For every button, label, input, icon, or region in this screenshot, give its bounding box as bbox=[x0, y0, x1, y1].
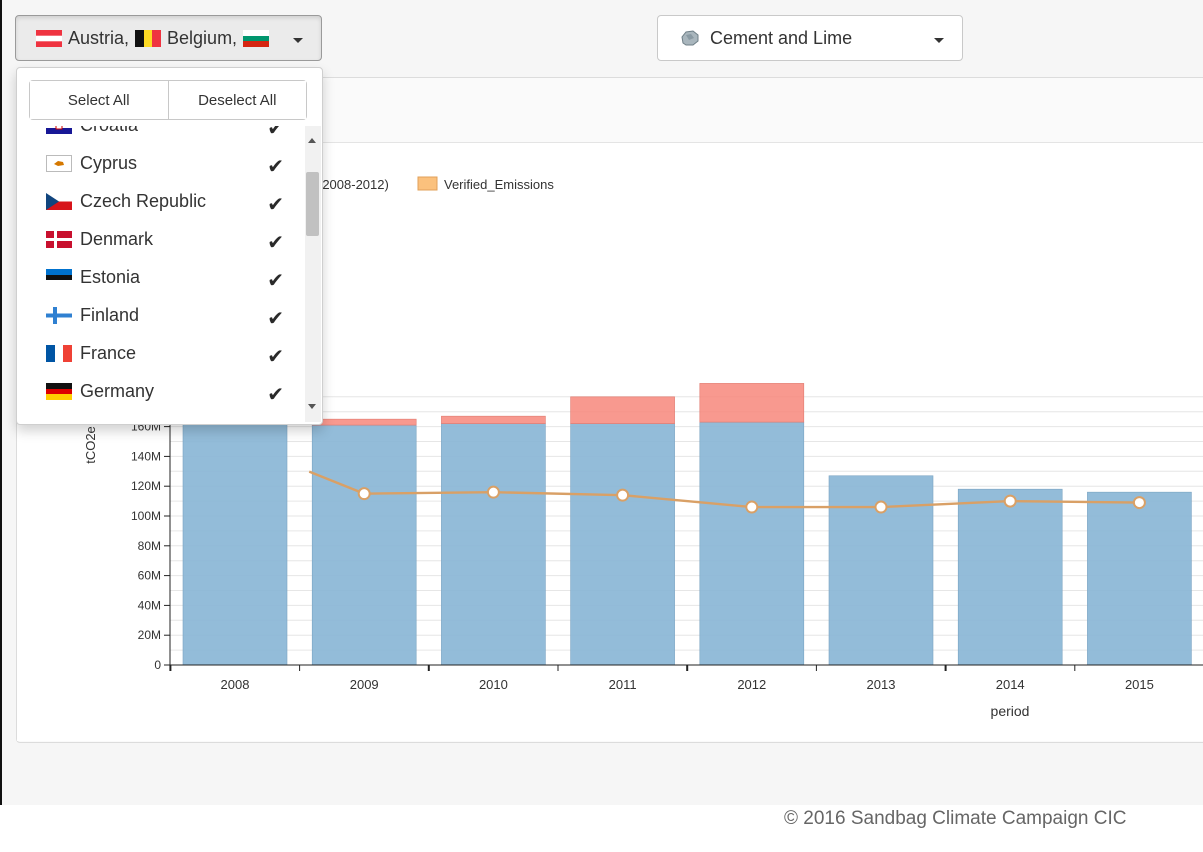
list-item-czech-republic[interactable]: Czech Republic ✔ bbox=[17, 182, 297, 220]
checkmark-icon: ✔ bbox=[267, 232, 284, 254]
line-point bbox=[1003, 494, 1017, 508]
x-tick-label: 2009 bbox=[350, 677, 379, 692]
country-name: Czech Republic bbox=[80, 190, 207, 211]
country-name: Cyprus bbox=[80, 152, 138, 173]
scrollbar-track[interactable] bbox=[305, 126, 321, 422]
scrollbar-thumb[interactable] bbox=[306, 172, 319, 236]
list-item-denmark[interactable]: Denmark ✔ bbox=[17, 220, 297, 258]
country-name: Croatia bbox=[80, 126, 138, 136]
country-name: France bbox=[80, 342, 137, 363]
chevron-down-icon bbox=[293, 38, 303, 43]
line-point bbox=[874, 500, 888, 514]
france-flag-icon bbox=[46, 344, 72, 362]
country-name: Estonia bbox=[80, 266, 141, 287]
sector-label: Cement and Lime bbox=[710, 27, 853, 48]
list-item-croatia[interactable]: Croatia ✔ bbox=[17, 126, 297, 144]
line-point bbox=[486, 485, 500, 499]
bar-2015 bbox=[1087, 491, 1192, 666]
bar-2011 bbox=[570, 423, 675, 666]
bar-2010 bbox=[441, 423, 546, 666]
surplus-bar-2012 bbox=[699, 383, 805, 423]
list-item-france[interactable]: France ✔ bbox=[17, 334, 297, 372]
finland-flag-icon bbox=[46, 306, 72, 324]
select-buttons-group: Select All Deselect All bbox=[29, 80, 307, 120]
country-list: Croatia ✔ Cyprus ✔ Czech Republic ✔ Denm… bbox=[17, 126, 307, 422]
country-selector-button[interactable]: Austria, Belgium, bbox=[15, 15, 322, 61]
chevron-down-icon bbox=[934, 38, 944, 43]
deselect-all-button[interactable]: Deselect All bbox=[167, 81, 306, 119]
x-tick-label: 2010 bbox=[479, 677, 508, 692]
cyprus-flag-icon bbox=[46, 154, 72, 172]
croatia-flag-icon bbox=[46, 126, 72, 134]
austria-flag-icon bbox=[36, 29, 62, 47]
legend-swatch-verified bbox=[417, 176, 438, 191]
country-name: Denmark bbox=[80, 228, 154, 249]
country-label-belgium: Belgium, bbox=[167, 27, 238, 48]
country-label-austria: Austria, bbox=[68, 27, 130, 48]
list-item-finland[interactable]: Finland ✔ bbox=[17, 296, 297, 334]
y-axis-title: tCO2e bbox=[83, 426, 98, 464]
scroll-down-arrow-icon[interactable] bbox=[308, 404, 316, 409]
y-tick-label: 40M bbox=[138, 598, 161, 612]
y-tick-label: 0 bbox=[154, 658, 161, 672]
legend-partial-label: (2008-2012) bbox=[318, 177, 389, 192]
list-item-cyprus[interactable]: Cyprus ✔ bbox=[17, 144, 297, 182]
estonia-flag-icon bbox=[46, 268, 72, 286]
y-tick-label: 20M bbox=[138, 628, 161, 642]
x-axis-title: period bbox=[991, 703, 1030, 719]
checkmark-icon: ✔ bbox=[267, 346, 284, 368]
bar-2014 bbox=[957, 488, 1063, 666]
line-point bbox=[1132, 496, 1146, 510]
denmark-flag-icon bbox=[46, 230, 72, 248]
select-all-button[interactable]: Select All bbox=[30, 81, 168, 119]
legend-label-verified: Verified_Emissions bbox=[444, 177, 554, 192]
x-tick-label: 2012 bbox=[737, 677, 766, 692]
checkmark-icon: ✔ bbox=[267, 384, 284, 406]
surplus-bar-2009 bbox=[311, 418, 417, 426]
checkmark-icon: ✔ bbox=[267, 194, 284, 216]
y-tick-label: 80M bbox=[138, 539, 161, 553]
y-tick-label: 100M bbox=[131, 509, 161, 523]
x-tick-label: 2014 bbox=[996, 677, 1025, 692]
scroll-up-arrow-icon[interactable] bbox=[308, 138, 316, 143]
line-point bbox=[616, 488, 630, 502]
bars bbox=[182, 383, 1192, 666]
line-point bbox=[745, 500, 759, 514]
x-tick-label: 2008 bbox=[221, 677, 250, 692]
country-name: Germany bbox=[80, 380, 155, 401]
line-point bbox=[357, 487, 371, 501]
rock-icon bbox=[680, 29, 700, 47]
surplus-bar-2011 bbox=[570, 396, 675, 424]
x-tick-label: 2013 bbox=[867, 677, 896, 692]
y-tick-label: 120M bbox=[131, 479, 161, 493]
checkmark-icon: ✔ bbox=[267, 270, 284, 292]
sector-selector-button[interactable]: Cement and Lime bbox=[657, 15, 963, 61]
y-tick-label: 60M bbox=[138, 569, 161, 583]
x-tick-label: 2011 bbox=[609, 677, 637, 692]
bar-2009 bbox=[311, 424, 417, 666]
belgium-flag-icon bbox=[135, 29, 162, 47]
list-item-germany[interactable]: Germany ✔ bbox=[17, 372, 297, 410]
list-item-estonia[interactable]: Estonia ✔ bbox=[17, 258, 297, 296]
germany-flag-icon bbox=[46, 382, 72, 400]
surplus-bar-2010 bbox=[441, 415, 546, 424]
copyright-text: © 2016 Sandbag Climate Campaign CIC bbox=[784, 808, 1127, 829]
country-name: Finland bbox=[80, 304, 140, 325]
legend: (2008-2012) Verified_Emissions bbox=[318, 176, 554, 192]
czech-flag-icon bbox=[46, 192, 72, 210]
x-tick-label: 2015 bbox=[1125, 677, 1154, 692]
y-tick-label: 140M bbox=[131, 449, 161, 463]
bulgaria-flag-icon bbox=[243, 29, 270, 47]
checkmark-icon: ✔ bbox=[267, 308, 284, 330]
bar-2012 bbox=[699, 421, 805, 666]
country-dropdown-menu: Select All Deselect All Croatia ✔ Cyprus… bbox=[16, 67, 323, 425]
bar-2008 bbox=[182, 411, 288, 666]
checkmark-icon: ✔ bbox=[267, 156, 284, 178]
checkmark-icon: ✔ bbox=[267, 126, 284, 140]
